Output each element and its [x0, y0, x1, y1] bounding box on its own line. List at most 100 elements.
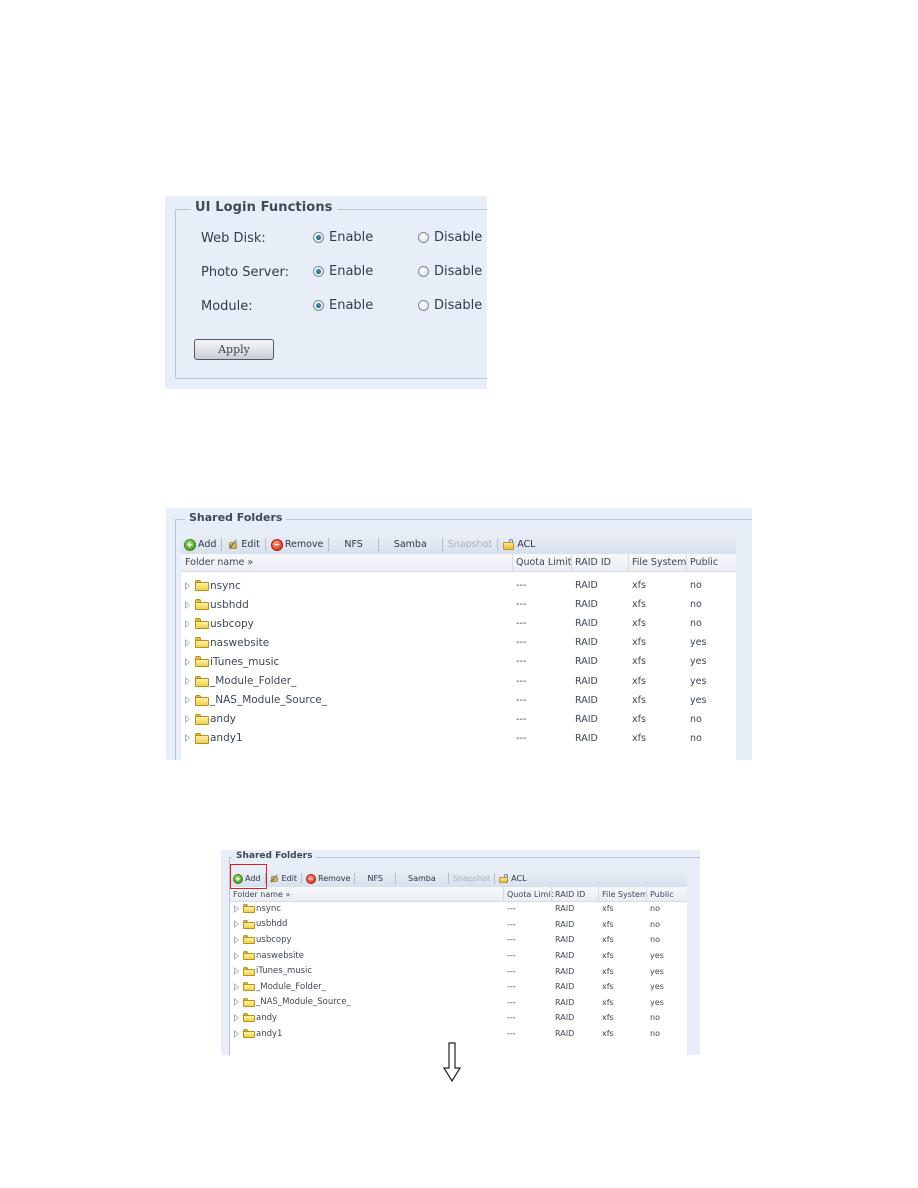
folder-row[interactable]: _Module_Folder_ --- RAID xfs yes — [230, 979, 687, 995]
public-cell: no — [690, 618, 702, 630]
expand-triangle-icon[interactable] — [234, 935, 239, 944]
toolbar-separator — [221, 538, 223, 551]
expand-triangle-icon[interactable] — [185, 657, 190, 666]
expand-triangle-icon[interactable] — [185, 581, 190, 590]
expand-triangle-icon[interactable] — [185, 696, 190, 705]
folder-row[interactable]: andy --- RAID xfs no — [230, 1010, 687, 1026]
nfs-button[interactable]: NFS — [344, 539, 362, 550]
expand-triangle-icon[interactable] — [234, 1029, 239, 1038]
folder-row[interactable]: usbcopy --- RAID xfs no — [230, 932, 687, 948]
folder-row[interactable]: usbhdd --- RAID xfs no — [181, 595, 736, 614]
expand-triangle-icon[interactable] — [185, 619, 190, 628]
column-header-quota-limit[interactable]: Quota Limit — [507, 887, 554, 901]
folder-row[interactable]: usbcopy --- RAID xfs no — [181, 614, 736, 633]
file-system-cell: xfs — [632, 675, 646, 687]
folder-row[interactable]: andy1 --- RAID xfs no — [181, 729, 736, 748]
column-divider[interactable] — [512, 554, 513, 571]
folder-name-cell: andy — [185, 710, 236, 729]
column-header-raid-id[interactable]: RAID ID — [555, 887, 585, 901]
folder-name-cell: usbhdd — [234, 917, 287, 933]
expand-triangle-icon[interactable] — [234, 998, 239, 1007]
column-header-folder-name[interactable]: Folder name » — [233, 887, 290, 901]
column-divider[interactable] — [686, 554, 687, 571]
column-divider[interactable] — [551, 887, 552, 901]
expand-triangle-icon[interactable] — [185, 715, 190, 724]
file-system-cell: xfs — [632, 618, 646, 630]
folder-row[interactable]: andy --- RAID xfs no — [181, 710, 736, 729]
ui-login-functions-panel: UI Login Functions Web Disk: Enable Disa… — [165, 196, 487, 389]
expand-triangle-icon[interactable] — [234, 920, 239, 929]
column-header-public[interactable]: Public — [690, 554, 718, 571]
snapshot-label: Snapshot — [452, 874, 491, 883]
folder-icon — [243, 904, 255, 914]
acl-label: ACL — [517, 539, 536, 550]
folder-icon — [243, 1029, 255, 1039]
column-divider[interactable] — [503, 887, 504, 901]
column-header-raid-id[interactable]: RAID ID — [575, 554, 611, 571]
quota-limit-cell: --- — [516, 732, 527, 744]
folder-row[interactable]: _NAS_Module_Source_ --- RAID xfs yes — [230, 995, 687, 1011]
folder-row[interactable]: usbhdd --- RAID xfs no — [230, 917, 687, 933]
samba-button[interactable]: Samba — [394, 539, 427, 550]
radio-label: Enable — [329, 264, 374, 279]
folder-name: _NAS_Module_Source_ — [256, 997, 351, 1008]
web-disk-enable-radio[interactable]: Enable — [313, 230, 373, 245]
folder-row[interactable]: iTunes_music --- RAID xfs yes — [181, 652, 736, 671]
column-divider[interactable] — [571, 554, 572, 571]
folder-row[interactable]: andy1 --- RAID xfs no — [230, 1026, 687, 1042]
expand-triangle-icon[interactable] — [185, 677, 190, 686]
folder-row[interactable]: nsync --- RAID xfs no — [230, 901, 687, 917]
folder-row[interactable]: nsync --- RAID xfs no — [181, 576, 736, 595]
radio-label: Enable — [329, 230, 374, 245]
folder-name: _NAS_Module_Source_ — [210, 694, 327, 707]
nfs-button[interactable]: NFS — [367, 874, 383, 883]
edit-button[interactable]: Edit — [270, 874, 297, 884]
folder-row[interactable]: _Module_Folder_ --- RAID xfs yes — [181, 672, 736, 691]
edit-button[interactable]: Edit — [227, 539, 260, 551]
file-system-cell: xfs — [632, 732, 646, 744]
folder-row[interactable]: naswebsite --- RAID xfs yes — [181, 633, 736, 652]
quota-limit-cell: --- — [507, 982, 516, 992]
remove-button[interactable]: Remove — [270, 538, 323, 551]
column-header-folder-name[interactable]: Folder name » — [185, 554, 253, 571]
photo-server-disable-radio[interactable]: Disable — [418, 264, 482, 279]
expand-triangle-icon[interactable] — [185, 600, 190, 609]
expand-triangle-icon[interactable] — [185, 638, 190, 647]
web-disk-disable-radio[interactable]: Disable — [418, 230, 482, 245]
column-divider[interactable] — [628, 554, 629, 571]
column-divider[interactable] — [598, 887, 599, 901]
expand-triangle-icon[interactable] — [234, 904, 239, 913]
add-button[interactable]: Add — [184, 538, 216, 551]
nfs-label: NFS — [367, 874, 383, 883]
public-cell: yes — [650, 982, 664, 992]
expand-triangle-icon[interactable] — [185, 734, 190, 743]
acl-button[interactable]: ACL — [499, 873, 527, 884]
column-header-file-system[interactable]: File System — [632, 554, 686, 571]
folder-row[interactable]: naswebsite --- RAID xfs yes — [230, 948, 687, 964]
expand-triangle-icon[interactable] — [234, 951, 239, 960]
folder-row[interactable]: iTunes_music --- RAID xfs yes — [230, 963, 687, 979]
acl-button[interactable]: ACL — [503, 538, 536, 551]
folder-row[interactable]: _NAS_Module_Source_ --- RAID xfs yes — [181, 691, 736, 710]
snapshot-button: Snapshot — [453, 874, 490, 883]
photo-server-enable-radio[interactable]: Enable — [313, 264, 373, 279]
folder-name: iTunes_music — [256, 966, 313, 977]
expand-triangle-icon[interactable] — [234, 1013, 239, 1022]
samba-button[interactable]: Samba — [408, 874, 436, 883]
public-cell: yes — [690, 637, 707, 649]
remove-button[interactable]: Remove — [306, 873, 350, 884]
toolbar-separator — [494, 873, 496, 884]
public-cell: no — [690, 580, 702, 592]
module-enable-radio[interactable]: Enable — [313, 298, 373, 313]
apply-button[interactable]: Apply — [194, 339, 274, 360]
expand-triangle-icon[interactable] — [234, 967, 239, 976]
column-header-public[interactable]: Public — [650, 887, 674, 901]
column-divider[interactable] — [646, 887, 647, 901]
folder-name: naswebsite — [256, 950, 304, 961]
module-disable-radio[interactable]: Disable — [418, 298, 482, 313]
column-header-quota-limit[interactable]: Quota Limit — [516, 554, 571, 571]
expand-triangle-icon[interactable] — [234, 982, 239, 991]
folder-name: naswebsite — [210, 636, 270, 649]
folder-name-cell: iTunes_music — [234, 963, 312, 979]
column-header-file-system[interactable]: File System — [602, 887, 648, 901]
